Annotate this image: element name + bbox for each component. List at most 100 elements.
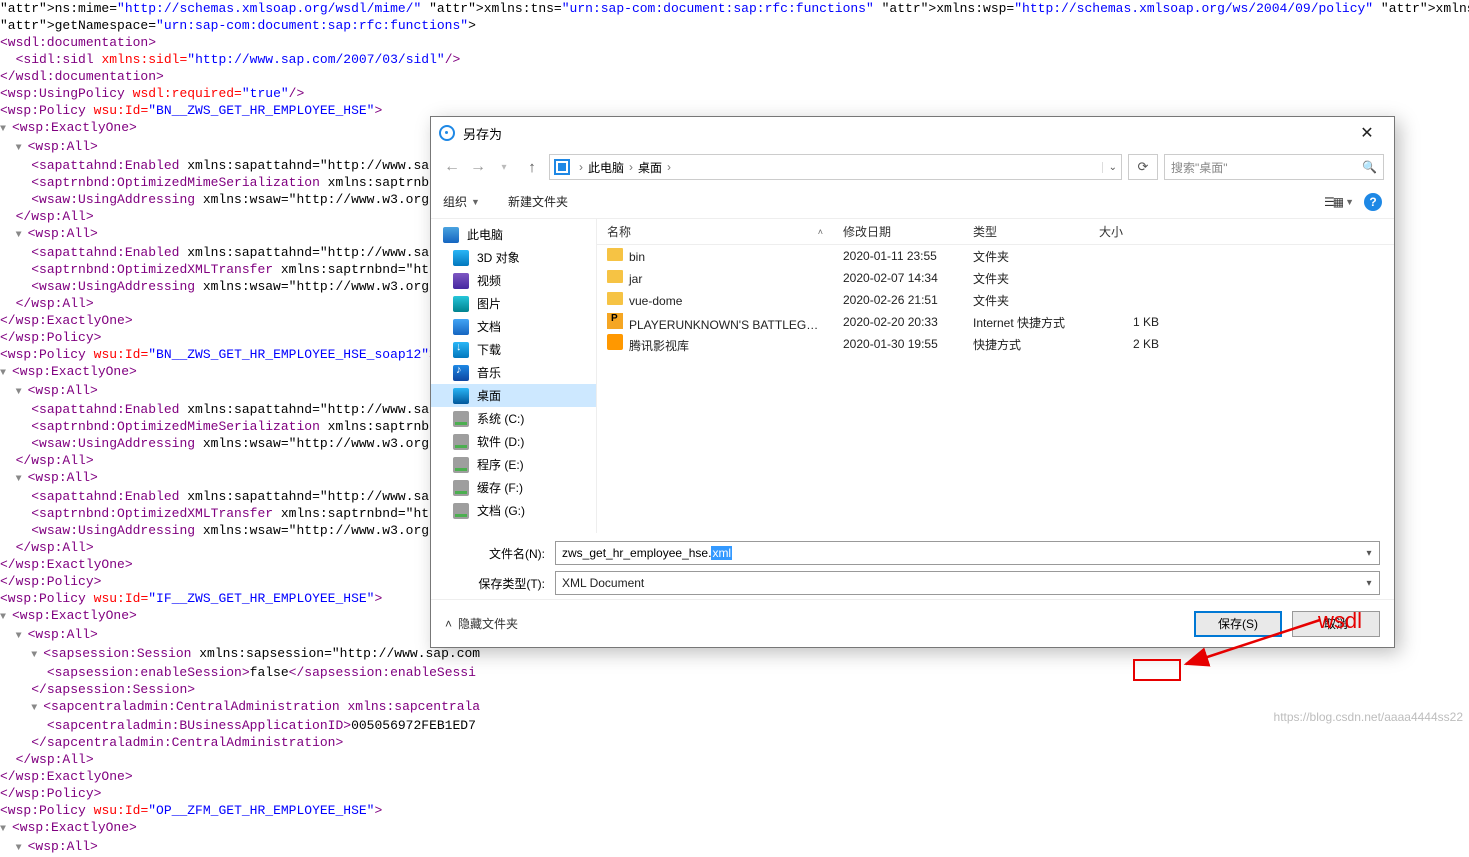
folder-icon — [453, 342, 469, 358]
file-icon — [607, 313, 623, 329]
sidebar-item-label: 系统 (C:) — [477, 410, 524, 427]
dialog-titlebar: 另存为 ✕ — [431, 117, 1394, 149]
folder-icon — [443, 227, 459, 243]
annotation-text: wsdl — [1318, 608, 1362, 634]
folder-icon — [453, 411, 469, 427]
organize-button[interactable]: 组织 ▼ — [443, 193, 480, 210]
save-button[interactable]: 保存(S) — [1194, 611, 1282, 637]
toolbar: 组织 ▼ 新建文件夹 ☰▦ ▼ ? — [431, 185, 1394, 219]
file-name: vue-dome — [629, 294, 682, 308]
file-name: PLAYERUNKNOWN'S BATTLEGROUN... — [629, 318, 833, 332]
sidebar-item[interactable]: 3D 对象 — [431, 246, 596, 269]
dialog-title: 另存为 — [463, 124, 1344, 143]
folder-icon — [453, 480, 469, 496]
sidebar-item[interactable]: 图片 — [431, 292, 596, 315]
sidebar-item[interactable]: 音乐 — [431, 361, 596, 384]
folder-icon — [453, 388, 469, 404]
search-placeholder: 搜索"桌面" — [1171, 159, 1228, 176]
file-row[interactable]: PLAYERUNKNOWN'S BATTLEGROUN...2020-02-20… — [597, 311, 1394, 333]
sidebar-item[interactable]: 桌面 — [431, 384, 596, 407]
file-type: 文件夹 — [963, 292, 1089, 309]
new-folder-button[interactable]: 新建文件夹 — [508, 193, 568, 210]
location-icon — [554, 159, 570, 175]
app-icon — [439, 125, 455, 141]
search-input[interactable]: 搜索"桌面" 🔍 — [1164, 154, 1384, 180]
sidebar-item-label: 下载 — [477, 341, 501, 358]
file-list-header: 名称 ˄ 修改日期 类型 大小 — [597, 219, 1394, 245]
folder-icon — [453, 250, 469, 266]
sidebar-item-label: 缓存 (F:) — [477, 479, 523, 496]
filetype-label: 保存类型(T): — [445, 575, 555, 592]
search-icon: 🔍 — [1362, 160, 1377, 174]
sidebar-item-label: 文档 (G:) — [477, 502, 525, 519]
breadcrumb-part[interactable]: 桌面 — [638, 159, 662, 176]
view-options-button[interactable]: ☰▦ ▼ — [1324, 195, 1354, 209]
folder-icon — [453, 365, 469, 381]
sidebar-item-label: 文档 — [477, 318, 501, 335]
column-date[interactable]: 修改日期 — [833, 223, 963, 240]
sidebar-item[interactable]: 系统 (C:) — [431, 407, 596, 430]
file-row[interactable]: jar2020-02-07 14:34文件夹 — [597, 267, 1394, 289]
back-icon[interactable]: ← — [441, 158, 463, 176]
sidebar-item-label: 图片 — [477, 295, 501, 312]
folder-icon — [453, 503, 469, 519]
watermark: https://blog.csdn.net/aaaa4444ss22 — [1274, 710, 1463, 724]
column-size[interactable]: 大小 — [1089, 223, 1169, 240]
chevron-down-icon: ▼ — [1345, 197, 1354, 207]
chevron-right-icon[interactable]: › — [664, 160, 674, 174]
column-name[interactable]: 名称 ˄ — [597, 223, 833, 240]
history-dropdown-icon[interactable]: ▾ — [493, 162, 515, 173]
chevron-down-icon[interactable]: ⌄ — [1109, 162, 1117, 173]
file-type: 快捷方式 — [963, 336, 1089, 353]
file-row[interactable]: vue-dome 2020-02-26 21:51文件夹 — [597, 289, 1394, 311]
folder-icon — [453, 296, 469, 312]
breadcrumb-root[interactable]: 此电脑 — [588, 159, 624, 176]
sort-caret-icon: ˄ — [818, 227, 823, 237]
column-type[interactable]: 类型 — [963, 223, 1089, 240]
file-date: 2020-02-26 21:51 — [833, 293, 963, 307]
chevron-down-icon[interactable]: ▾ — [1359, 548, 1379, 559]
filename-input[interactable]: zws_get_hr_employee_hse.xml ▾ — [555, 541, 1380, 565]
nav-back-forward[interactable]: ← → ▾ — [441, 158, 515, 176]
file-list[interactable]: bin2020-01-11 23:55文件夹jar2020-02-07 14:3… — [597, 245, 1394, 533]
chevron-down-icon: ▼ — [471, 197, 480, 207]
file-size: 2 KB — [1089, 337, 1169, 351]
sidebar-item[interactable]: 缓存 (F:) — [431, 476, 596, 499]
help-icon[interactable]: ? — [1364, 193, 1382, 211]
chevron-right-icon[interactable]: › — [626, 160, 636, 174]
refresh-button[interactable]: ⟳ — [1128, 154, 1158, 180]
sidebar-item-label: 软件 (D:) — [477, 433, 524, 450]
sidebar-item[interactable]: 此电脑 — [431, 223, 596, 246]
file-name: 腾讯影视库 — [629, 339, 689, 353]
file-icon — [607, 292, 623, 305]
filename-prefix: zws_get_hr_employee_hse. — [562, 546, 711, 560]
folder-icon — [453, 434, 469, 450]
close-button[interactable]: ✕ — [1344, 118, 1390, 148]
forward-icon[interactable]: → — [467, 158, 489, 176]
sidebar-item-label: 3D 对象 — [477, 249, 520, 266]
sidebar-item[interactable]: 下载 — [431, 338, 596, 361]
sidebar-item[interactable]: 程序 (E:) — [431, 453, 596, 476]
sidebar-item[interactable]: 视频 — [431, 269, 596, 292]
sidebar-item[interactable]: 文档 (G:) — [431, 499, 596, 522]
file-icon — [607, 248, 623, 261]
file-size: 1 KB — [1089, 315, 1169, 329]
file-row[interactable]: bin2020-01-11 23:55文件夹 — [597, 245, 1394, 267]
file-type: 文件夹 — [963, 248, 1089, 265]
sidebar-item-label: 视频 — [477, 272, 501, 289]
file-row[interactable]: 腾讯影视库2020-01-30 19:55快捷方式2 KB — [597, 333, 1394, 355]
sidebar-item-label: 音乐 — [477, 364, 501, 381]
file-type: Internet 快捷方式 — [963, 314, 1089, 331]
chevron-down-icon[interactable]: ▾ — [1359, 578, 1379, 589]
folder-icon — [453, 457, 469, 473]
up-button[interactable]: ↑ — [521, 159, 543, 176]
filetype-select[interactable]: XML Document ▾ — [555, 571, 1380, 595]
sidebar-item[interactable]: 文档 — [431, 315, 596, 338]
footer-fields: 文件名(N): zws_get_hr_employee_hse.xml ▾ 保存… — [431, 533, 1394, 599]
breadcrumb[interactable]: › 此电脑 › 桌面 › ⌄ — [549, 154, 1122, 180]
chevron-right-icon[interactable]: › — [576, 160, 586, 174]
file-name: jar — [629, 272, 642, 286]
sidebar-item[interactable]: 软件 (D:) — [431, 430, 596, 453]
hide-folders-toggle[interactable]: ˄ 隐藏文件夹 — [445, 615, 518, 632]
file-date: 2020-02-20 20:33 — [833, 315, 963, 329]
